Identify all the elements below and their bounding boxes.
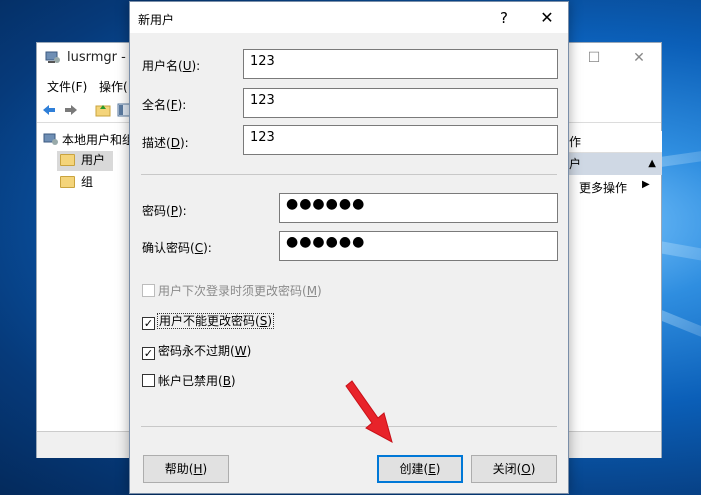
checkbox-box[interactable]	[142, 374, 155, 387]
username-input[interactable]: 123	[243, 49, 558, 79]
dialog-title: 新用户	[138, 13, 175, 27]
label-suffix: )	[230, 374, 236, 388]
close-icon[interactable]: ✕	[629, 48, 649, 68]
checkbox-checked[interactable]: ✓	[142, 347, 155, 360]
access-key: H	[193, 462, 203, 476]
label-suffix: )	[317, 284, 322, 298]
access-key: C	[194, 241, 204, 255]
checkbox-cannot-change-password[interactable]: ✓ 用户不能更改密码(S)	[142, 312, 274, 332]
chevron-right-icon: ▶	[642, 179, 650, 190]
access-key: F	[170, 98, 178, 112]
tree-root[interactable]: 本地用户和组	[43, 131, 134, 151]
button-text: 创建(	[399, 462, 429, 476]
label-text: 用户名(	[142, 59, 183, 73]
label-suffix: ):	[177, 204, 187, 218]
label-text: 用户不能更改密码(	[159, 314, 260, 328]
fullname-label: 全名(F):	[142, 96, 186, 113]
new-user-dialog: 新用户 ? ✕ 用户名(U): 123 全名(F): 123 描述(D): 12…	[129, 1, 569, 494]
separator	[141, 174, 557, 175]
up-folder-icon[interactable]	[95, 102, 111, 118]
label-suffix: ):	[179, 136, 189, 150]
maximize-icon[interactable]: ☐	[584, 48, 604, 68]
label-text: 帐户已禁用(	[158, 374, 223, 388]
menu-file[interactable]: 文件(F)	[47, 78, 87, 95]
tree-item-groups[interactable]: 组	[57, 173, 93, 193]
label-text: 密码(	[142, 204, 171, 218]
folder-icon	[60, 176, 75, 188]
fullname-input[interactable]: 123	[243, 88, 558, 118]
description-label: 描述(D):	[142, 134, 189, 151]
button-text: 关闭(	[492, 462, 522, 476]
button-text: 帮助(	[164, 462, 194, 476]
access-key: W	[234, 344, 247, 358]
forward-arrow-icon[interactable]	[63, 102, 79, 118]
access-key: E	[428, 462, 436, 476]
menu-action[interactable]: 操作(	[99, 78, 128, 95]
tree-item-label: 组	[81, 175, 94, 189]
password-input[interactable]: ●●●●●●	[279, 193, 558, 223]
dialog-titlebar: 新用户 ? ✕	[130, 2, 568, 33]
password-label: 密码(P):	[142, 202, 187, 219]
create-button[interactable]: 创建(E)	[377, 455, 463, 483]
checkbox-label: 用户不能更改密码(S)	[157, 313, 274, 329]
console-tree: 本地用户和组 用户 组	[37, 125, 134, 431]
access-key: B	[222, 374, 231, 388]
separator	[141, 426, 557, 427]
checkbox-password-never-expires[interactable]: ✓ 密码永不过期(W)	[142, 342, 251, 362]
label-text: 全名(	[142, 98, 171, 112]
actions-selected-label: 户	[569, 157, 582, 171]
label-text: 描述(	[142, 136, 171, 150]
back-arrow-icon[interactable]	[41, 102, 57, 118]
actions-header: 作	[567, 131, 662, 153]
lusrmgr-title: lusrmgr - [	[67, 50, 136, 65]
label-suffix: ):	[203, 241, 212, 255]
label-suffix: )	[246, 344, 252, 358]
more-actions[interactable]: 更多操作 ▶	[579, 179, 650, 196]
close-button[interactable]: 关闭(O)	[471, 455, 557, 483]
checkbox-box[interactable]	[142, 284, 155, 297]
access-key: D	[170, 136, 180, 150]
checkbox-account-disabled[interactable]: 帐户已禁用(B)	[142, 372, 236, 392]
close-icon[interactable]: ✕	[536, 7, 558, 29]
button-suffix: )	[435, 462, 441, 476]
checkbox-must-change-password[interactable]: 用户下次登录时须更改密码(M)	[142, 282, 322, 302]
checkbox-label: 帐户已禁用(B)	[158, 374, 236, 388]
label-text: 确认密码(	[142, 241, 195, 255]
checkbox-label: 用户下次登录时须更改密码(M)	[158, 284, 322, 298]
label-text: 密码永不过期(	[158, 344, 235, 358]
access-key: O	[521, 462, 531, 476]
label-text: 用户下次登录时须更改密码(	[158, 284, 307, 298]
checkbox-label: 密码永不过期(W)	[158, 344, 251, 358]
description-input[interactable]: 123	[243, 125, 558, 155]
actions-selected-item[interactable]: 户 ▲	[567, 153, 662, 175]
confirm-password-label: 确认密码(C):	[142, 239, 212, 256]
access-key: P	[170, 204, 178, 218]
label-suffix: )	[267, 314, 272, 328]
computer-management-icon	[45, 51, 60, 63]
help-icon[interactable]: ?	[494, 8, 514, 28]
more-actions-label: 更多操作	[579, 181, 628, 195]
confirm-password-input[interactable]: ●●●●●●	[279, 231, 558, 261]
label-suffix: ):	[177, 98, 187, 112]
button-suffix: )	[202, 462, 208, 476]
label-suffix: ):	[191, 59, 201, 73]
computer-management-icon	[43, 133, 58, 145]
username-label: 用户名(U):	[142, 57, 200, 74]
button-suffix: )	[530, 462, 536, 476]
folder-icon	[60, 154, 75, 166]
help-button[interactable]: 帮助(H)	[143, 455, 229, 483]
tree-item-users[interactable]: 用户	[57, 151, 113, 171]
tree-root-label: 本地用户和组	[62, 133, 135, 147]
collapse-arrow-icon[interactable]: ▲	[648, 153, 656, 175]
checkbox-checked[interactable]: ✓	[142, 317, 155, 330]
access-key: M	[306, 284, 318, 298]
tree-item-label: 用户	[81, 153, 106, 167]
